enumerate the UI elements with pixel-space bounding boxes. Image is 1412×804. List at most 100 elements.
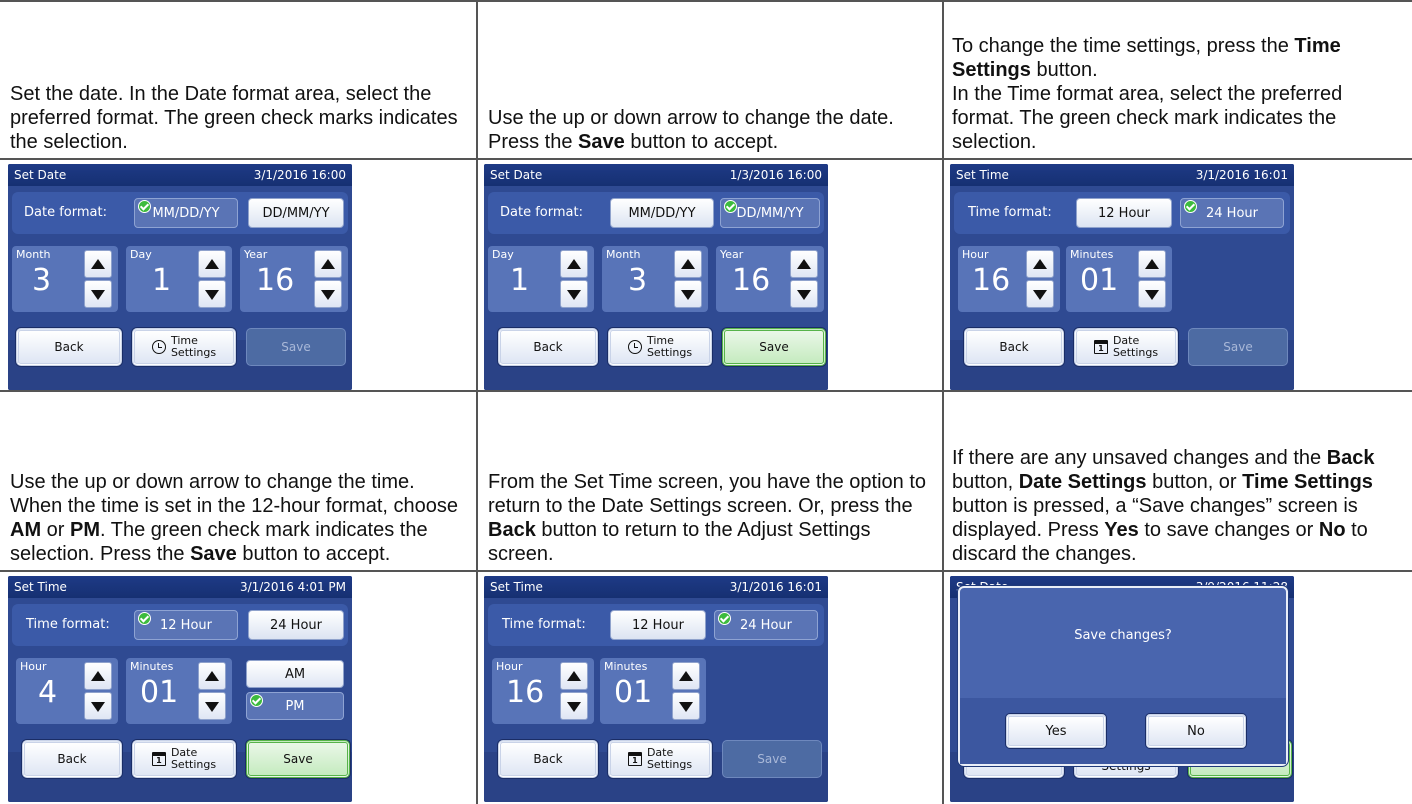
down-arrow-button[interactable]: [314, 280, 342, 308]
back-button[interactable]: Back: [498, 328, 598, 366]
day-field: Day 1: [126, 246, 232, 312]
down-arrow-button[interactable]: [198, 692, 226, 720]
datetime-display: 3/1/2016 16:01: [729, 580, 822, 594]
down-arrow-button[interactable]: [672, 692, 700, 720]
format-label: Time format:: [968, 205, 1052, 220]
title-bar: Set Date 3/1/2016 16:00: [8, 164, 352, 186]
field-value: 1: [510, 263, 530, 298]
up-arrow-button[interactable]: [198, 662, 226, 690]
field-label: Month: [606, 248, 641, 261]
field-label: Month: [16, 248, 51, 261]
format-option-ddmmyy[interactable]: DD/MM/YY: [248, 198, 344, 228]
down-arrow-button[interactable]: [1138, 280, 1166, 308]
instruction-text-2: Use the up or down arrow to change the d…: [488, 4, 936, 154]
up-arrow-button[interactable]: [1026, 250, 1054, 278]
check-icon: [250, 694, 263, 707]
down-arrow-button[interactable]: [560, 280, 588, 308]
format-panel: Time format: 12 Hour 24 Hour: [488, 604, 824, 646]
back-button[interactable]: Back: [498, 740, 598, 778]
up-arrow-button[interactable]: [84, 250, 112, 278]
field-label: Hour: [20, 660, 47, 673]
save-button[interactable]: Save: [246, 740, 350, 778]
row-divider: [0, 570, 1412, 572]
up-arrow-button[interactable]: [672, 662, 700, 690]
format-option-mmddyy[interactable]: MM/DD/YY: [134, 198, 238, 228]
instruction-text-3: To change the time settings, press the T…: [952, 4, 1408, 154]
set-date-screen: Set Date 3/1/2016 16:00 Date format: MM/D…: [8, 164, 352, 390]
format-option-12-hour[interactable]: 12 Hour: [134, 610, 238, 640]
format-option-24-hour[interactable]: 24 Hour: [248, 610, 344, 640]
save-button[interactable]: Save: [1188, 328, 1288, 366]
screen-title: Set Time: [956, 168, 1009, 182]
set-time-screen: Set Time 3/1/2016 4:01 PM Time format: 12…: [8, 576, 352, 802]
field-label: Minutes: [604, 660, 648, 673]
up-arrow-button[interactable]: [1138, 250, 1166, 278]
format-option-24-hour[interactable]: 24 Hour: [1180, 198, 1284, 228]
up-arrow-button[interactable]: [198, 250, 226, 278]
time-settings-button[interactable]: Time Settings: [132, 328, 236, 366]
dialog-button-bar: Yes No: [960, 698, 1286, 764]
up-arrow-button[interactable]: [560, 250, 588, 278]
instruction-text: If there are any unsaved changes and the…: [952, 447, 1375, 565]
no-button[interactable]: No: [1146, 714, 1246, 748]
field-value: 01: [140, 675, 179, 710]
up-arrow-button[interactable]: [790, 250, 818, 278]
save-button[interactable]: Save: [246, 328, 346, 366]
down-arrow-button[interactable]: [198, 280, 226, 308]
table-border-top: [0, 0, 1412, 2]
up-arrow-button[interactable]: [84, 662, 112, 690]
down-arrow-button[interactable]: [674, 280, 702, 308]
calendar-icon: 1: [627, 752, 642, 766]
hour-field: Hour 16: [492, 658, 594, 724]
up-arrow-button[interactable]: [314, 250, 342, 278]
back-button[interactable]: Back: [16, 328, 122, 366]
back-button[interactable]: Back: [22, 740, 122, 778]
field-value: 3: [32, 263, 52, 298]
yes-button[interactable]: Yes: [1006, 714, 1106, 748]
row-divider: [0, 390, 1412, 392]
field-value: 16: [732, 263, 771, 298]
up-arrow-button[interactable]: [560, 662, 588, 690]
field-value: 3: [628, 263, 648, 298]
back-button[interactable]: Back: [964, 328, 1064, 366]
format-option-24-hour[interactable]: 24 Hour: [714, 610, 818, 640]
time-settings-button[interactable]: Time Settings: [608, 328, 712, 366]
format-option-12-hour[interactable]: 12 Hour: [610, 610, 706, 640]
calendar-icon: 1: [151, 752, 166, 766]
date-settings-button[interactable]: 1 Date Settings: [132, 740, 236, 778]
instruction-table: Set the date. In the Date format area, s…: [0, 0, 1412, 804]
save-button[interactable]: Save: [722, 740, 822, 778]
month-field: Month 3: [602, 246, 708, 312]
up-arrow-button[interactable]: [674, 250, 702, 278]
down-arrow-button[interactable]: [560, 692, 588, 720]
down-arrow-button[interactable]: [84, 692, 112, 720]
down-arrow-button[interactable]: [1026, 280, 1054, 308]
screen-title: Set Date: [14, 168, 67, 182]
field-value: 16: [256, 263, 295, 298]
datetime-display: 3/1/2016 4:01 PM: [239, 580, 346, 594]
date-settings-button[interactable]: 1 Date Settings: [1074, 328, 1178, 366]
calendar-icon: 1: [1093, 340, 1108, 354]
am-button[interactable]: AM: [246, 660, 344, 688]
format-option-ddmmyy[interactable]: DD/MM/YY: [720, 198, 820, 228]
format-panel: Date format: MM/DD/YY DD/MM/YY: [12, 192, 348, 234]
clock-icon: [151, 340, 166, 354]
date-settings-button[interactable]: 1 Date Settings: [608, 740, 712, 778]
pm-button[interactable]: PM: [246, 692, 344, 720]
down-arrow-button[interactable]: [84, 280, 112, 308]
minutes-field: Minutes 01: [1066, 246, 1172, 312]
field-value: 16: [506, 675, 545, 710]
format-option-mmddyy[interactable]: MM/DD/YY: [610, 198, 714, 228]
title-bar: Set Time 3/1/2016 16:01: [950, 164, 1294, 186]
format-panel: Date format: MM/DD/YY DD/MM/YY: [488, 192, 824, 234]
format-option-12-hour[interactable]: 12 Hour: [1076, 198, 1172, 228]
down-arrow-button[interactable]: [790, 280, 818, 308]
check-icon: [138, 200, 151, 213]
check-icon: [138, 612, 151, 625]
save-button[interactable]: Save: [722, 328, 826, 366]
datetime-display: 3/1/2016 16:01: [1195, 168, 1288, 182]
set-date-screen: Set Date 1/3/2016 16:00 Date format: MM/D…: [484, 164, 828, 390]
field-value: 01: [614, 675, 653, 710]
field-label: Minutes: [130, 660, 174, 673]
format-panel: Time format: 12 Hour 24 Hour: [954, 192, 1290, 234]
